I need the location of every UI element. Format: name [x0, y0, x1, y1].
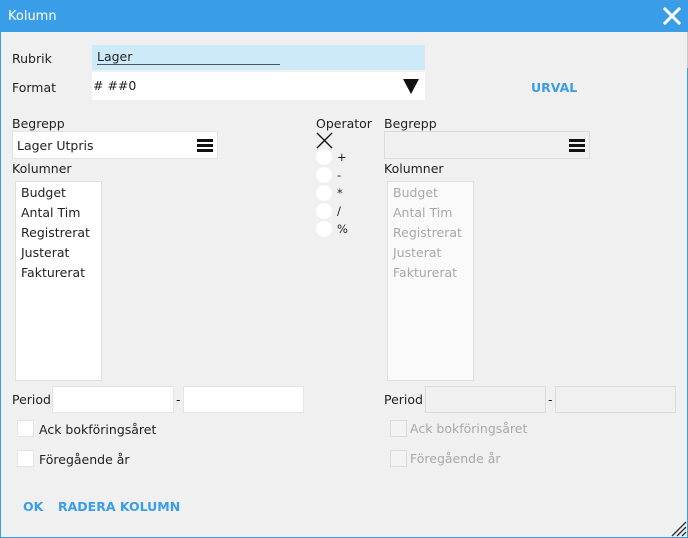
format-value: # ##0 — [93, 78, 137, 93]
dialog-title: Kolumn — [8, 9, 57, 24]
right-kolumner-list[interactable]: Budget Antal Tim Registrerat Justerat Fa… — [387, 181, 474, 381]
ok-button[interactable]: OK — [23, 499, 43, 514]
period-separator: - — [176, 392, 181, 407]
title-bar: Kolumn — [1, 1, 687, 32]
list-item[interactable]: Registrerat — [393, 225, 462, 240]
foregaende-label: Föregående år — [39, 452, 130, 467]
right-kolumner-label: Kolumner — [384, 161, 444, 176]
list-item[interactable]: Budget — [393, 185, 438, 200]
period-to-input[interactable] — [183, 386, 304, 413]
kolumner-list[interactable]: Budget Antal Tim Registrerat Justerat Fa… — [15, 181, 102, 381]
hamburger-menu-icon[interactable] — [569, 139, 585, 153]
operator-radio-multiply[interactable] — [316, 185, 332, 201]
operator-multiply-label: * — [337, 186, 343, 200]
operator-radio-minus[interactable] — [316, 167, 332, 183]
operator-radio-divide[interactable] — [316, 203, 332, 219]
right-begrepp-label: Begrepp — [384, 116, 437, 131]
right-foregaende-label: Föregående år — [410, 451, 501, 466]
list-item[interactable]: Registrerat — [21, 225, 90, 240]
right-period-to-input[interactable] — [555, 386, 676, 413]
begrepp-select[interactable]: Lager Utpris — [12, 131, 218, 159]
operator-minus-label: - — [337, 168, 342, 182]
kolumner-label: Kolumner — [12, 161, 72, 176]
right-ack-label: Ack bokföringsåret — [410, 421, 528, 436]
rubrik-input[interactable]: Lager — [92, 45, 425, 70]
operator-radio-percent[interactable] — [316, 221, 332, 237]
ack-label: Ack bokföringsåret — [39, 422, 157, 437]
period-label: Period — [12, 392, 51, 407]
kolumn-dialog: Kolumn Rubrik Lager Format # ##0 URVAL B… — [0, 0, 688, 538]
right-ack-checkbox[interactable] — [390, 420, 407, 437]
rubrik-label: Rubrik — [12, 51, 52, 66]
close-icon[interactable] — [660, 4, 684, 28]
begrepp-label: Begrepp — [12, 116, 65, 131]
right-period-from-input[interactable] — [425, 386, 546, 413]
resize-grip-icon[interactable] — [669, 519, 687, 537]
rubrik-value: Lager — [97, 49, 280, 65]
right-foregaende-checkbox[interactable] — [390, 450, 407, 467]
operator-plus-label: + — [337, 150, 347, 164]
hamburger-menu-icon[interactable] — [197, 139, 213, 153]
operator-label: Operator — [316, 116, 372, 131]
list-item[interactable]: Justerat — [393, 245, 441, 260]
x-mark-icon[interactable] — [316, 132, 333, 149]
begrepp-value: Lager Utpris — [17, 138, 94, 153]
ack-checkbox[interactable] — [17, 420, 34, 437]
list-item[interactable]: Antal Tim — [393, 205, 452, 220]
format-select[interactable]: # ##0 — [92, 72, 425, 100]
dropdown-arrow-icon[interactable] — [402, 77, 420, 95]
right-period-label: Period — [384, 392, 423, 407]
list-item[interactable]: Antal Tim — [21, 205, 80, 220]
right-period-separator: - — [548, 392, 553, 407]
list-item[interactable]: Fakturerat — [21, 265, 85, 280]
period-from-input[interactable] — [52, 386, 174, 413]
list-item[interactable]: Justerat — [21, 245, 69, 260]
list-item[interactable]: Budget — [21, 185, 66, 200]
urval-link[interactable]: URVAL — [531, 80, 577, 95]
list-item[interactable]: Fakturerat — [393, 265, 457, 280]
operator-percent-label: % — [337, 222, 348, 236]
right-begrepp-select[interactable] — [384, 131, 590, 159]
format-label: Format — [12, 80, 57, 95]
operator-radio-plus[interactable] — [316, 149, 332, 165]
foregaende-checkbox[interactable] — [17, 450, 34, 467]
delete-column-button[interactable]: RADERA KOLUMN — [58, 499, 180, 514]
operator-divide-label: / — [337, 204, 341, 218]
